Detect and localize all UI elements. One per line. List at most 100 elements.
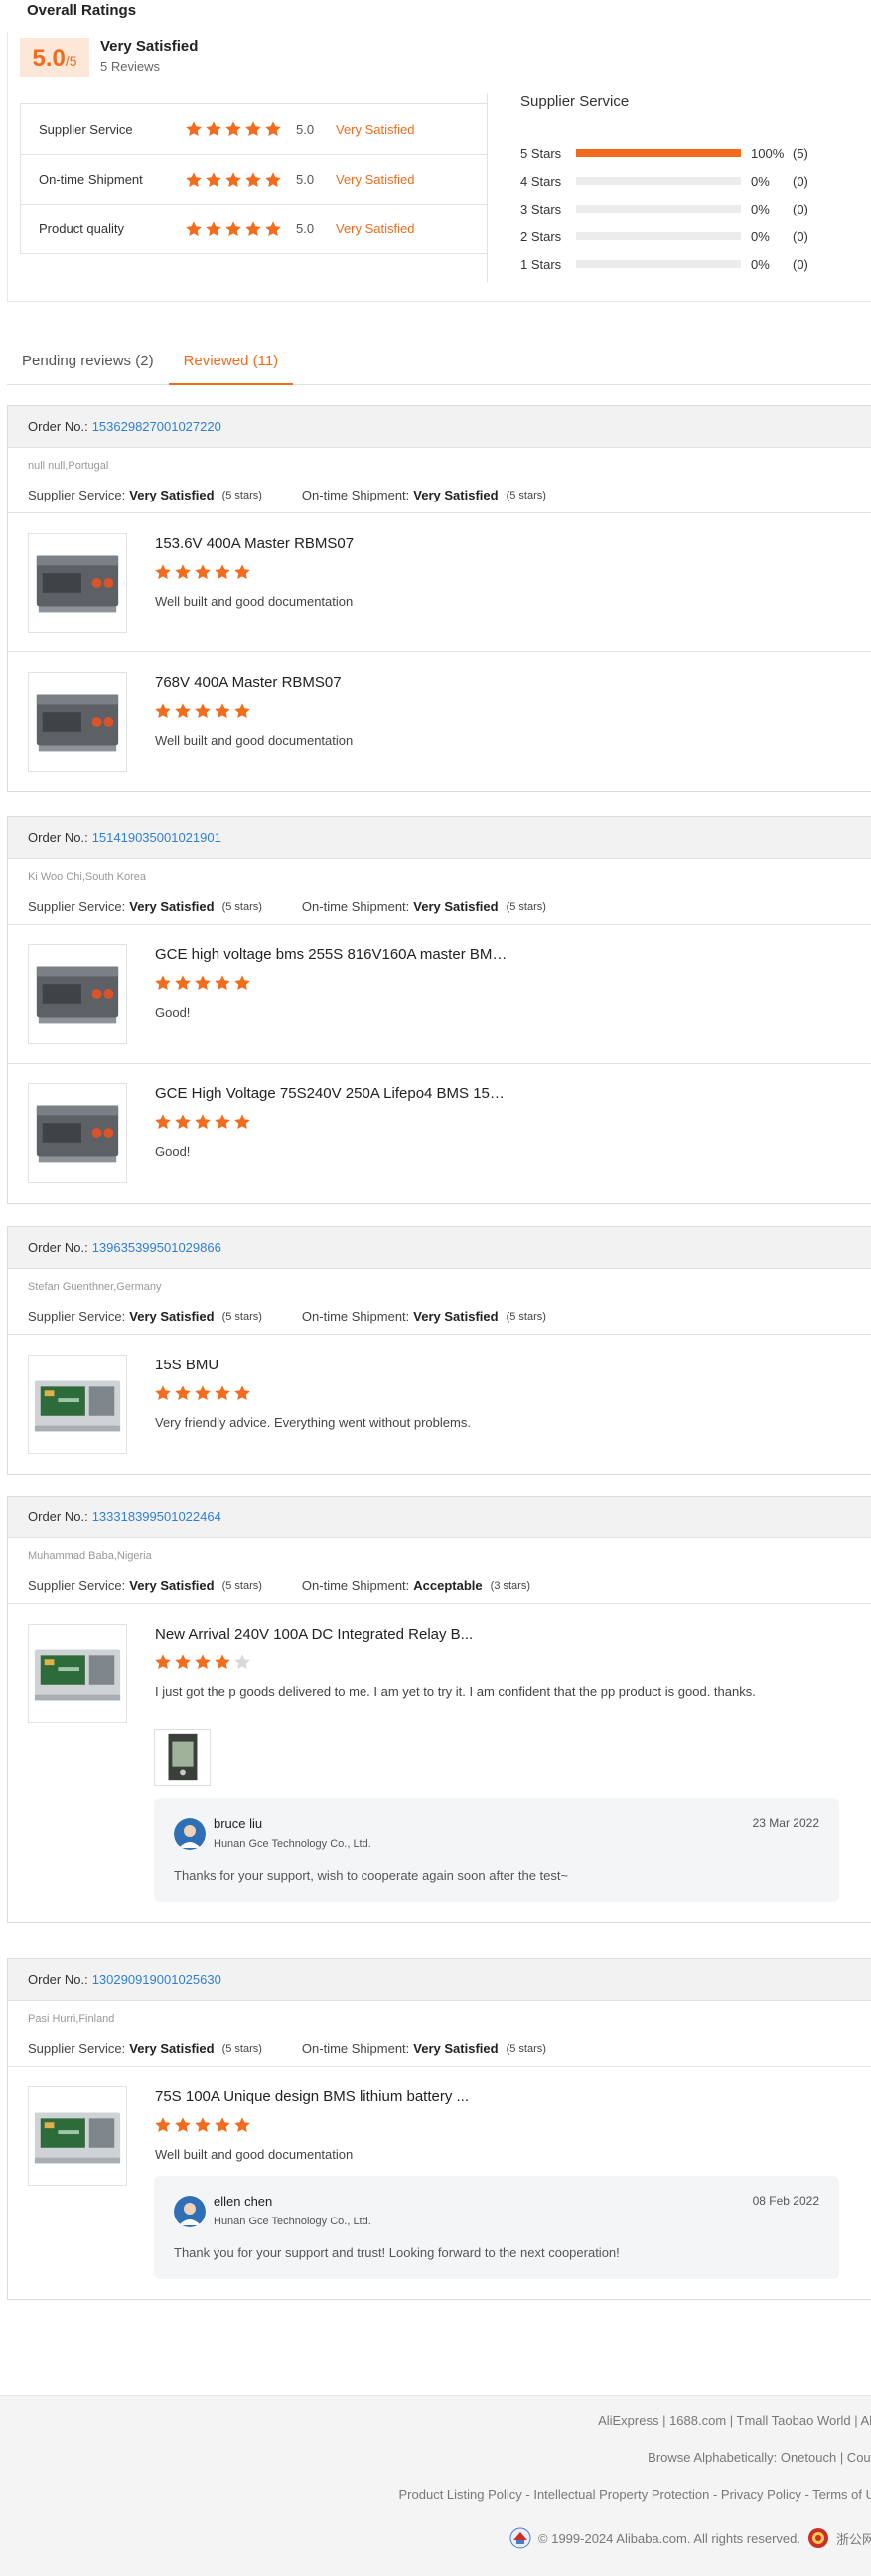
product-image[interactable]: [28, 1355, 127, 1454]
product-title-link[interactable]: 153.6V 400A Master RBMS07: [155, 535, 354, 552]
buyer-name: null null,Portugal: [28, 460, 109, 472]
tab-pending-reviews[interactable]: Pending reviews (2): [7, 344, 169, 385]
category-score: 5.0: [296, 172, 315, 187]
footer-browse[interactable]: Browse Alphabetically: Onetouch | Cour: [648, 2450, 871, 2465]
shipment-value: Very Satisfied: [413, 1309, 499, 1324]
star-icon: [194, 1384, 212, 1402]
avatar: [174, 1818, 206, 1850]
category-row: On-time Shipment 5.0 Very Satisfied: [21, 154, 487, 204]
star-icon: [224, 120, 242, 138]
product-title-link[interactable]: New Arrival 240V 100A DC Integrated Rela…: [155, 1626, 473, 1643]
order-header: Order No.: 130290919001025630: [8, 1959, 871, 2001]
review-photo-thumbnail[interactable]: [154, 1729, 211, 1786]
star-icon: [174, 1113, 192, 1131]
tab-reviewed[interactable]: Reviewed (11): [168, 344, 294, 385]
bms-board-icon: [29, 1356, 126, 1453]
star-icon: [214, 1384, 231, 1402]
review-stars: [154, 2116, 251, 2134]
star-icon: [244, 220, 262, 238]
star-icon: [174, 974, 192, 992]
distribution-percent: 0%: [751, 256, 770, 272]
supplier-service-stars: (5 stars): [221, 900, 262, 913]
distribution-label: 2 Stars: [520, 228, 562, 244]
distribution-percent: 0%: [751, 228, 770, 244]
footer-policies[interactable]: Product Listing Policy - Intellectual Pr…: [399, 2487, 871, 2502]
order-no-label: Order No.:: [28, 830, 88, 845]
review-item: New Arrival 240V 100A DC Integrated Rela…: [8, 1604, 871, 1922]
photo-icon: [155, 1733, 210, 1788]
star-icon: [233, 1384, 251, 1402]
review-item: 75S 100A Unique design BMS lithium batte…: [8, 2067, 871, 2299]
supplier-service-value: Very Satisfied: [129, 899, 215, 914]
order-number-link[interactable]: 151419035001021901: [92, 830, 221, 845]
supplier-service-label: Supplier Service:: [28, 2041, 126, 2056]
service-summary: Supplier Service: Very Satisfied (5 stars)…: [8, 889, 871, 925]
product-title-link[interactable]: GCE high voltage bms 255S 816V160A maste…: [155, 946, 512, 963]
supplier-service-stars: (5 stars): [221, 2042, 262, 2055]
product-image[interactable]: [28, 672, 127, 772]
supplier-service-stars: (5 stars): [221, 489, 262, 501]
buyer-name: Pasi Hurri,Finland: [28, 2013, 115, 2025]
review-count: 5 Reviews: [100, 59, 160, 73]
order-number-link[interactable]: 153629827001027220: [92, 419, 221, 434]
star-icon: [214, 974, 231, 992]
shipment-label: On-time Shipment:: [301, 1578, 410, 1593]
category-row: Product quality 5.0 Very Satisfied: [21, 204, 487, 253]
supplier-service-title: Supplier Service: [520, 93, 630, 110]
supplier-service-label: Supplier Service:: [28, 899, 126, 914]
bms-board-icon: [29, 2087, 126, 2185]
reply-author: ellen chen: [214, 2194, 273, 2209]
order-no-label: Order No.:: [28, 419, 88, 434]
reply-company: Hunan Gce Technology Co., Ltd.: [214, 2216, 371, 2227]
product-image[interactable]: [28, 1083, 127, 1183]
shipment-value: Very Satisfied: [413, 2041, 499, 2056]
product-image[interactable]: [28, 533, 127, 633]
star-icon: [194, 2116, 212, 2134]
supplier-service-stars: (5 stars): [221, 1310, 262, 1323]
product-image[interactable]: [28, 2086, 127, 2186]
distribution-row: 1 Stars 0% (0): [520, 250, 838, 278]
review-comment: Well built and good documentation: [155, 2147, 354, 2162]
order-number-link[interactable]: 139635399501029866: [92, 1240, 221, 1255]
review-item: 15S BMU Very friendly advice. Everything …: [8, 1335, 871, 1474]
footer-copyright-row: © 1999-2024 Alibaba.com. All rights rese…: [508, 2526, 871, 2550]
category-label: Supplier Service: [39, 121, 133, 137]
shipment-value: Very Satisfied: [413, 899, 499, 914]
review-stars: [154, 702, 251, 720]
supplier-reply: ellen chen Hunan Gce Technology Co., Ltd.…: [154, 2176, 839, 2279]
review-stars: [154, 974, 251, 992]
order-card: Order No.: 139635399501029866 Stefan Guent…: [7, 1226, 871, 1475]
reply-date: 08 Feb 2022: [752, 2194, 819, 2208]
product-title-link[interactable]: GCE High Voltage 75S240V 250A Lifepo4 BM…: [155, 1085, 512, 1102]
category-label: Product quality: [39, 221, 124, 236]
star-icon: [264, 171, 282, 189]
service-summary: Supplier Service: Very Satisfied (5 stars)…: [8, 478, 871, 513]
overall-ratings-title: Overall Ratings: [27, 2, 137, 19]
order-number-link[interactable]: 133318399501022464: [92, 1509, 221, 1524]
footer-links[interactable]: AliExpress | 1688.com | Tmall Taobao Wor…: [598, 2413, 871, 2428]
product-title-link[interactable]: 75S 100A Unique design BMS lithium batte…: [155, 2088, 469, 2105]
distribution-percent: 0%: [751, 173, 770, 189]
order-no-label: Order No.:: [28, 1509, 88, 1524]
order-number-link[interactable]: 130290919001025630: [92, 1972, 221, 1987]
star-icon: [224, 171, 242, 189]
police-badge-icon: [806, 2526, 830, 2550]
product-title-link[interactable]: 15S BMU: [155, 1357, 218, 1373]
product-image[interactable]: [28, 1624, 127, 1723]
review-item: GCE high voltage bms 255S 816V160A maste…: [8, 925, 871, 1064]
icp-text[interactable]: 浙公网: [836, 2529, 871, 2548]
star-icon: [233, 2116, 251, 2134]
license-badge-icon: [508, 2526, 532, 2550]
star-icon: [174, 702, 192, 720]
distribution-percent: 0%: [751, 201, 770, 216]
star-icon: [194, 702, 212, 720]
star-icon: [185, 171, 203, 189]
product-image[interactable]: [28, 944, 127, 1044]
score-badge: 5.0 /5: [20, 38, 89, 77]
score-max: /5: [65, 53, 77, 69]
distribution-bar: [576, 260, 741, 268]
shipment-stars: (5 stars): [506, 2042, 546, 2055]
star-icon: [214, 563, 231, 581]
star-icon: [154, 1653, 172, 1671]
product-title-link[interactable]: 768V 400A Master RBMS07: [155, 674, 342, 691]
